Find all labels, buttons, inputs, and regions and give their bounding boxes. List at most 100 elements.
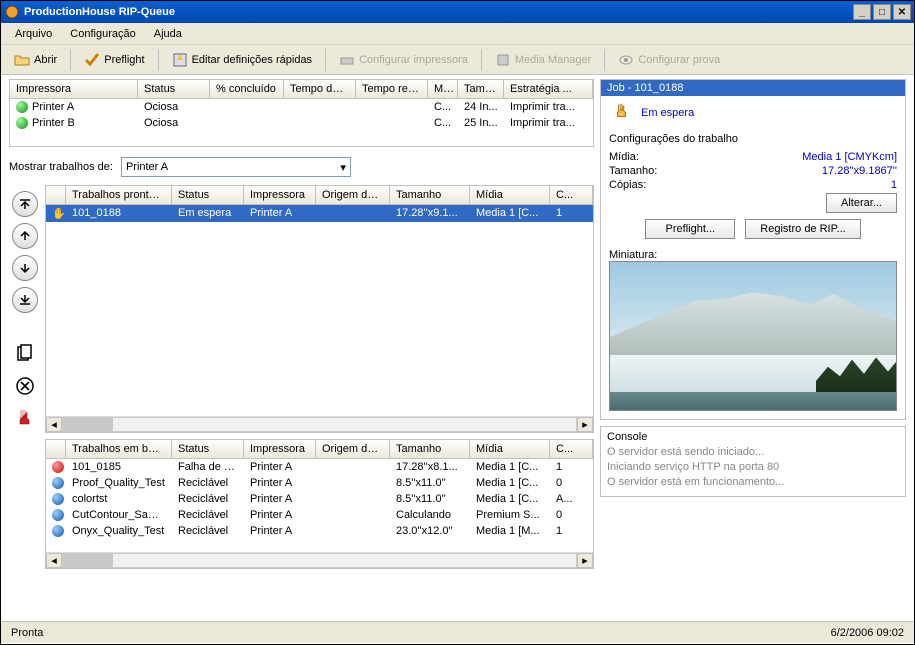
col-m[interactable]: M... xyxy=(428,80,458,98)
preflight-button[interactable]: Preflight xyxy=(77,48,151,72)
maximize-button[interactable]: □ xyxy=(873,4,891,20)
separator xyxy=(604,49,605,71)
col-icon[interactable] xyxy=(46,186,66,204)
delete-button[interactable] xyxy=(12,373,38,399)
col-printer[interactable]: Impressora xyxy=(10,80,138,98)
col-name[interactable]: Trabalhos em buffer xyxy=(66,440,172,458)
buffer-job-row[interactable]: Onyx_Quality_TestReciclávelPrinter A 23.… xyxy=(46,523,593,539)
move-bottom-button[interactable] xyxy=(12,287,38,313)
close-button[interactable]: ✕ xyxy=(893,4,911,20)
col-origin[interactable]: Origem da ... xyxy=(316,440,390,458)
col-name[interactable]: Trabalhos prontos p... xyxy=(66,186,172,204)
col-media[interactable]: Mídia xyxy=(470,440,550,458)
menu-file[interactable]: Arquivo xyxy=(7,26,60,42)
statusbar: Pronta 6/2/2006 09:02 xyxy=(1,621,914,643)
change-button[interactable]: Alterar... xyxy=(826,193,897,213)
console-title: Console xyxy=(607,431,899,443)
recycle-icon xyxy=(52,493,64,505)
col-copies[interactable]: C... xyxy=(550,186,593,204)
filter-label: Mostrar trabalhos de: xyxy=(9,161,113,173)
col-elapsed[interactable]: Tempo dec... xyxy=(284,80,356,98)
job-panel-title: Job - 101_0188 xyxy=(601,80,905,96)
hand-hold-icon xyxy=(613,102,631,123)
menubar: Arquivo Configuração Ajuda xyxy=(1,23,914,45)
job-thumbnail xyxy=(609,261,897,411)
copy-button[interactable] xyxy=(12,341,38,367)
col-pct[interactable]: % concluído xyxy=(210,80,284,98)
buffer-job-row[interactable]: 101_0185Falha de RIPPrinter A 17.28''x8.… xyxy=(46,459,593,475)
status-datetime: 6/2/2006 09:02 xyxy=(831,627,904,639)
printer-filter-select[interactable]: Printer A ▾ xyxy=(121,157,351,177)
printer-config-label: Configurar impressora xyxy=(359,54,468,66)
job-status: Em espera xyxy=(641,107,694,119)
ready-job-row[interactable]: ✋ 101_0188Em esperaPrinter A 17.28''x9.1… xyxy=(46,205,593,222)
col-strategy[interactable]: Estratégia ... xyxy=(504,80,593,98)
col-status[interactable]: Status xyxy=(172,440,244,458)
media-manager-button[interactable]: Media Manager xyxy=(488,48,598,72)
printer-row[interactable]: Printer A Ociosa C...24 In...Imprimir tr… xyxy=(10,99,593,115)
job-config-title: Configurações do trabalho xyxy=(609,133,897,145)
open-button[interactable]: Abrir xyxy=(7,48,64,72)
col-size[interactable]: Tama... xyxy=(458,80,504,98)
buffer-job-row[interactable]: CutContour_SampleReciclávelPrinter A Cal… xyxy=(46,507,593,523)
media-icon xyxy=(495,52,511,68)
filter-value: Printer A xyxy=(126,161,168,173)
col-media[interactable]: Mídia xyxy=(470,186,550,204)
hold-icon: ✋ xyxy=(52,208,66,220)
separator xyxy=(70,49,71,71)
copies-label: Cópias: xyxy=(609,179,646,191)
move-top-button[interactable] xyxy=(12,191,38,217)
printer-config-button[interactable]: Configurar impressora xyxy=(332,48,475,72)
app-icon xyxy=(4,4,20,20)
status-dot-icon xyxy=(16,117,28,129)
col-icon[interactable] xyxy=(46,440,66,458)
copies-value: 1 xyxy=(891,179,897,191)
size-value: 17.28''x9.1867'' xyxy=(822,165,897,177)
media-value: Media 1 [CMYKcm] xyxy=(802,151,897,163)
window-title: ProductionHouse RIP-Queue xyxy=(24,6,851,18)
printer-row[interactable]: Printer B Ociosa C...25 In...Imprimir tr… xyxy=(10,115,593,131)
buffer-job-row[interactable]: colortstReciclávelPrinter A 8.5''x11.0''… xyxy=(46,491,593,507)
col-status[interactable]: Status xyxy=(138,80,210,98)
col-status[interactable]: Status xyxy=(172,186,244,204)
console-body: O servidor está sendo iniciado...Inician… xyxy=(607,445,899,490)
eye-icon xyxy=(618,52,634,68)
buffer-job-row[interactable]: Proof_Quality_TestReciclávelPrinter A 8.… xyxy=(46,475,593,491)
menu-help[interactable]: Ajuda xyxy=(146,26,190,42)
quickset-icon xyxy=(172,52,188,68)
rip-log-button[interactable]: Registro de RIP... xyxy=(745,219,860,239)
preflight-job-button[interactable]: Preflight... xyxy=(645,219,735,239)
col-printer[interactable]: Impressora xyxy=(244,440,316,458)
chevron-down-icon: ▾ xyxy=(340,161,346,174)
separator xyxy=(158,49,159,71)
console-panel: Console O servidor está sendo iniciado..… xyxy=(600,426,906,497)
preflight-icon xyxy=(84,52,100,68)
col-origin[interactable]: Origem da ... xyxy=(316,186,390,204)
col-size[interactable]: Tamanho xyxy=(390,440,470,458)
proof-config-button[interactable]: Configurar prova xyxy=(611,48,727,72)
open-label: Abrir xyxy=(34,54,57,66)
move-down-button[interactable] xyxy=(12,255,38,281)
col-remaining[interactable]: Tempo rest... xyxy=(356,80,428,98)
printer-icon xyxy=(339,52,355,68)
move-up-button[interactable] xyxy=(12,223,38,249)
buffer-jobs-grid[interactable]: Trabalhos em buffer Status Impressora Or… xyxy=(45,439,594,569)
menu-config[interactable]: Configuração xyxy=(62,26,143,42)
ready-hscroll[interactable]: ◂▸ xyxy=(46,416,593,432)
preflight-label: Preflight xyxy=(104,54,144,66)
recycle-icon xyxy=(52,477,64,489)
job-panel: Job - 101_0188 Em espera Configurações d… xyxy=(600,79,906,420)
toolbar: Abrir Preflight Editar definições rápida… xyxy=(1,45,914,75)
buffer-hscroll[interactable]: ◂▸ xyxy=(46,552,593,568)
col-copies[interactable]: C... xyxy=(550,440,593,458)
col-printer[interactable]: Impressora xyxy=(244,186,316,204)
quickset-button[interactable]: Editar definições rápidas xyxy=(165,48,319,72)
minimize-button[interactable]: _ xyxy=(853,4,871,20)
quickset-label: Editar definições rápidas xyxy=(192,54,312,66)
hold-button[interactable] xyxy=(12,405,38,431)
ready-jobs-grid[interactable]: Trabalhos prontos p... Status Impressora… xyxy=(45,185,594,433)
printers-grid[interactable]: Impressora Status % concluído Tempo dec.… xyxy=(9,79,594,147)
col-size[interactable]: Tamanho xyxy=(390,186,470,204)
error-icon xyxy=(52,461,64,473)
status-text: Pronta xyxy=(11,627,43,639)
